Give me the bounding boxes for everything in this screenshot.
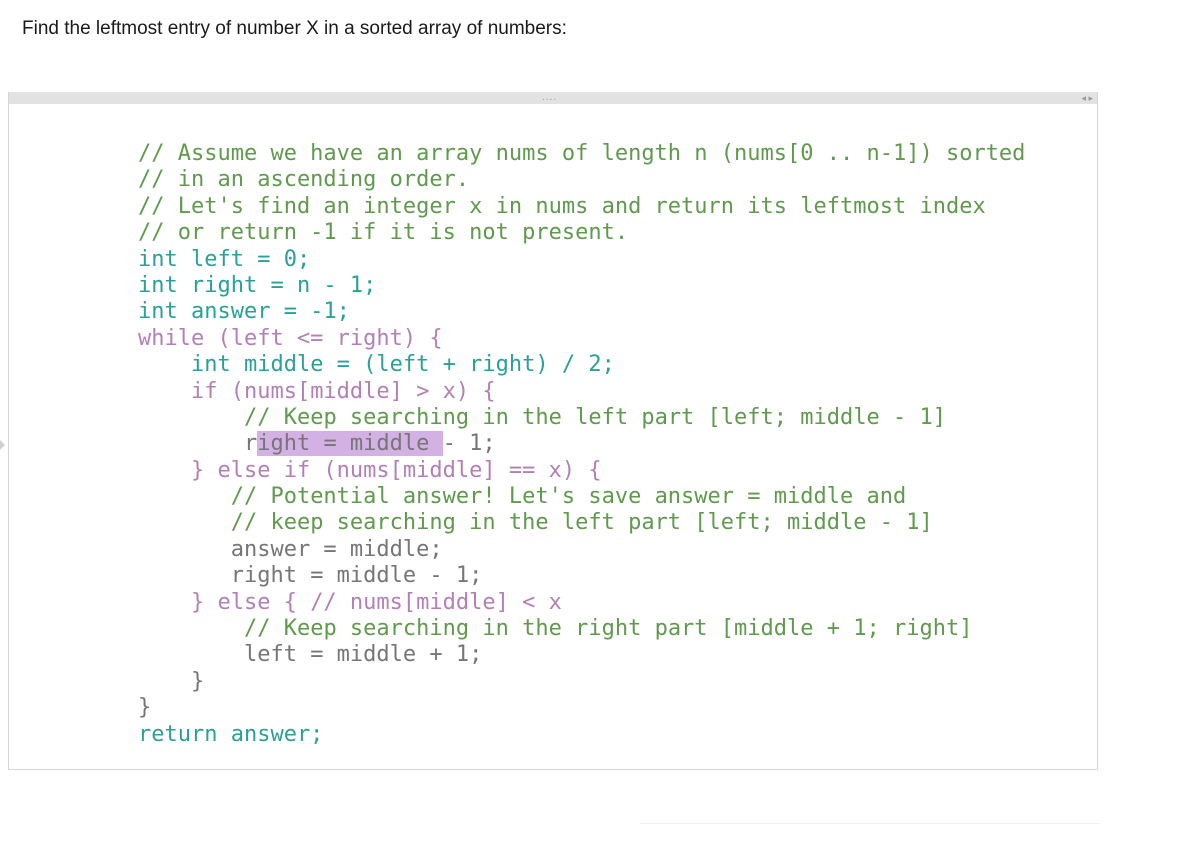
code-area[interactable]: // Assume we have an array nums of lengt… [138, 141, 1025, 748]
scroll-arrows-icon[interactable]: ◂ ▸ [1081, 92, 1093, 104]
code-text: int left = 0; [138, 246, 311, 272]
code-line: } else { // nums[middle] < x [138, 590, 1025, 616]
code-line: answer = middle; [138, 537, 1025, 563]
drag-grip-icon[interactable]: .... [542, 93, 557, 103]
code-line: // Potential answer! Let's save answer =… [138, 484, 1025, 510]
code-line: // or return -1 if it is not present. [138, 220, 1025, 246]
code-comment: // or return -1 if it is not present. [138, 220, 629, 246]
code-line: int middle = (left + right) / 2; [138, 352, 1025, 378]
code-line: } [138, 695, 1025, 721]
code-line: while (left <= right) { [138, 326, 1025, 352]
code-line: // in an ascending order. [138, 167, 1025, 193]
code-line: return answer; [138, 722, 1025, 748]
code-text: right = middle - 1; [230, 563, 483, 589]
code-line: int right = n - 1; [138, 273, 1025, 299]
code-text: int middle = (left + right) / 2; [190, 352, 615, 378]
code-line: } else if (nums[middle] == x) { [138, 458, 1025, 484]
code-line: // Let's find an integer x in nums and r… [138, 194, 1025, 220]
code-line: int answer = -1; [138, 299, 1025, 325]
left-edge-marker-icon [0, 440, 5, 450]
code-comment: // Potential answer! Let's save answer =… [230, 484, 907, 510]
code-text: answer = middle; [230, 536, 443, 562]
code-text: left = middle + 1; [243, 642, 483, 668]
code-line: // keep searching in the left part [left… [138, 510, 1025, 536]
code-comment: // Assume we have an array nums of lengt… [138, 141, 1026, 166]
code-comment: // Keep searching in the left part [left… [243, 404, 946, 430]
code-text: int answer = -1; [138, 299, 350, 325]
text-selection[interactable]: ight = middle [257, 431, 443, 457]
code-line: // Keep searching in the left part [left… [138, 405, 1025, 431]
code-line: // Keep searching in the right part [mid… [138, 616, 1025, 642]
code-comment: // keep searching in the left part [left… [230, 510, 933, 536]
code-text: } [190, 668, 205, 694]
code-text: } else if (nums[middle] == x) { [190, 457, 602, 483]
code-comment: // Let's find an integer x in nums and r… [138, 193, 986, 219]
divider [640, 823, 1100, 824]
code-text: } else { // nums[middle] < x [190, 589, 562, 615]
code-line: int left = 0; [138, 247, 1025, 273]
code-line: } [138, 669, 1025, 695]
code-text: while (left <= right) { [138, 325, 443, 351]
question-prompt: Find the leftmost entry of number X in a… [22, 18, 567, 39]
code-line: right = middle - 1; [138, 563, 1025, 589]
code-line: // Assume we have an array nums of lengt… [138, 141, 1025, 167]
code-text: } [138, 695, 152, 721]
code-comment: // Keep searching in the right part [mid… [243, 616, 973, 642]
code-comment: // in an ascending order. [138, 167, 470, 193]
code-line: if (nums[middle] > x) { [138, 379, 1025, 405]
editor-top-bar[interactable]: .... ◂ ▸ [9, 92, 1097, 104]
code-line-selected: right = middle - 1; [138, 431, 1025, 457]
code-text: if (nums[middle] > x) { [190, 378, 496, 404]
code-text: return answer; [138, 721, 324, 747]
code-text: int right = n - 1; [138, 272, 377, 298]
code-line: left = middle + 1; [138, 642, 1025, 668]
